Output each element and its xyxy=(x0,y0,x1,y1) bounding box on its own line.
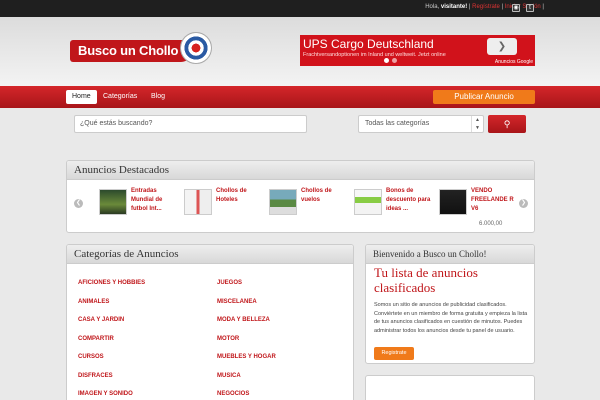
category-link[interactable]: MUSICA xyxy=(217,373,347,392)
ad-title[interactable]: UPS Cargo Deutschland xyxy=(303,37,434,51)
ad-subtitle: Frachtversandoptionen im Inland und welt… xyxy=(303,52,446,58)
category-link[interactable]: IMAGEN Y SONIDO xyxy=(78,391,208,400)
category-link[interactable]: MISCELANEA xyxy=(217,299,347,318)
featured-item[interactable]: VENDO FREELANDE R V6 6.000,00 xyxy=(439,187,519,229)
category-link[interactable]: COMPARTIR xyxy=(78,336,208,355)
username: visitante! xyxy=(440,4,468,10)
featured-caption[interactable]: Chollos de Hoteles xyxy=(216,187,262,205)
featured-title: Anuncios Destacados xyxy=(67,161,534,180)
category-link[interactable]: MOTOR xyxy=(217,336,347,355)
category-link[interactable]: AFICIONES Y HOBBIES xyxy=(78,280,208,299)
featured-item[interactable]: Bonos de descuento para ideas ... xyxy=(354,187,434,229)
ad-arrow-icon[interactable]: ❯ xyxy=(487,38,517,55)
featured-item[interactable]: Chollos de Hoteles xyxy=(184,187,264,229)
twitter-icon[interactable]: t xyxy=(526,4,534,12)
rss-icon[interactable]: ◉ xyxy=(512,4,520,12)
nav-home[interactable]: Home xyxy=(66,90,97,104)
featured-caption[interactable]: VENDO FREELANDE R V6 xyxy=(471,187,517,214)
register-link[interactable]: Regístrate xyxy=(472,4,500,10)
target-icon xyxy=(180,32,212,64)
featured-thumb[interactable] xyxy=(269,189,297,215)
categories-right-column: JUEGOS MISCELANEA MODA Y BELLEZA MOTOR M… xyxy=(217,280,347,400)
category-link[interactable]: CASA Y JARDIN xyxy=(78,317,208,336)
search-input[interactable]: ¿Qué estás buscando? xyxy=(74,115,307,133)
ad-dots xyxy=(384,58,400,65)
category-link[interactable]: MODA Y BELLEZA xyxy=(217,317,347,336)
featured-thumb[interactable] xyxy=(99,189,127,215)
sidebar-box xyxy=(365,375,535,400)
featured-caption[interactable]: Chollos de vuelos xyxy=(301,187,347,205)
category-link[interactable]: ANIMALES xyxy=(78,299,208,318)
categories-panel: Categorías de Anuncios AFICIONES Y HOBBI… xyxy=(66,244,354,400)
welcome-description: Somos un sitio de anuncios de publicidad… xyxy=(374,302,528,334)
category-link[interactable]: DISFRACES xyxy=(78,373,208,392)
welcome-panel: Bienvenido a Busco un Chollo! Tu lista d… xyxy=(365,244,535,364)
nav-categories[interactable]: Categorías xyxy=(103,90,137,104)
greeting: Hola, xyxy=(425,4,440,10)
carousel-prev-icon[interactable]: ❮ xyxy=(74,199,83,208)
carousel-next-icon[interactable]: ❯ xyxy=(519,199,528,208)
register-button[interactable]: Registrate xyxy=(374,347,414,360)
category-select[interactable]: Todas las categorías ▲ ▼ xyxy=(358,115,484,133)
featured-carousel: ❮ Entradas Mundial de futbol Int... Chol… xyxy=(67,183,534,232)
featured-thumb[interactable] xyxy=(354,189,382,215)
featured-thumb[interactable] xyxy=(184,189,212,215)
login-link[interactable]: Iniciar Sesión xyxy=(505,4,541,10)
chevron-updown-icon: ▲ ▼ xyxy=(471,116,483,132)
publish-ad-button[interactable]: Publicar Anuncio xyxy=(433,90,535,104)
featured-caption[interactable]: Bonos de descuento para ideas ... xyxy=(386,187,432,214)
featured-caption[interactable]: Entradas Mundial de futbol Int... xyxy=(131,187,177,214)
category-select-value: Todas las categorías xyxy=(365,120,430,127)
search-button[interactable]: ⚲ xyxy=(488,115,526,133)
search-icon: ⚲ xyxy=(503,119,511,129)
featured-item[interactable]: Chollos de vuelos xyxy=(269,187,349,229)
featured-thumb[interactable] xyxy=(439,189,467,215)
welcome-heading: Tu lista de anuncios clasificados xyxy=(374,265,478,295)
category-link[interactable]: NEGOCIOS xyxy=(217,391,347,400)
search-bar: ¿Qué estás buscando? Todas las categoría… xyxy=(66,112,535,142)
google-ad[interactable]: UPS Cargo Deutschland Frachtversandoptio… xyxy=(300,35,535,66)
categories-left-column: AFICIONES Y HOBBIES ANIMALES CASA Y JARD… xyxy=(78,280,208,400)
category-link[interactable]: JUEGOS xyxy=(217,280,347,299)
top-bar: Hola, visitante! | Regístrate | Iniciar … xyxy=(0,0,600,17)
ad-attribution: Anuncios Google xyxy=(494,59,533,65)
featured-price: 6.000,00 xyxy=(479,221,503,227)
logo-text: Busco un Chollo xyxy=(70,40,192,62)
site-logo[interactable]: Busco un Chollo xyxy=(70,30,215,64)
category-link[interactable]: CURSOS xyxy=(78,354,208,373)
categories-title: Categorías de Anuncios xyxy=(67,245,353,264)
category-link[interactable]: MUEBLES Y HOGAR xyxy=(217,354,347,373)
featured-item[interactable]: Entradas Mundial de futbol Int... xyxy=(99,187,179,229)
welcome-title: Bienvenido a Busco un Chollo! xyxy=(366,245,534,264)
featured-ads-panel: Anuncios Destacados ❮ Entradas Mundial d… xyxy=(66,160,535,233)
nav-blog[interactable]: Blog xyxy=(151,90,165,104)
